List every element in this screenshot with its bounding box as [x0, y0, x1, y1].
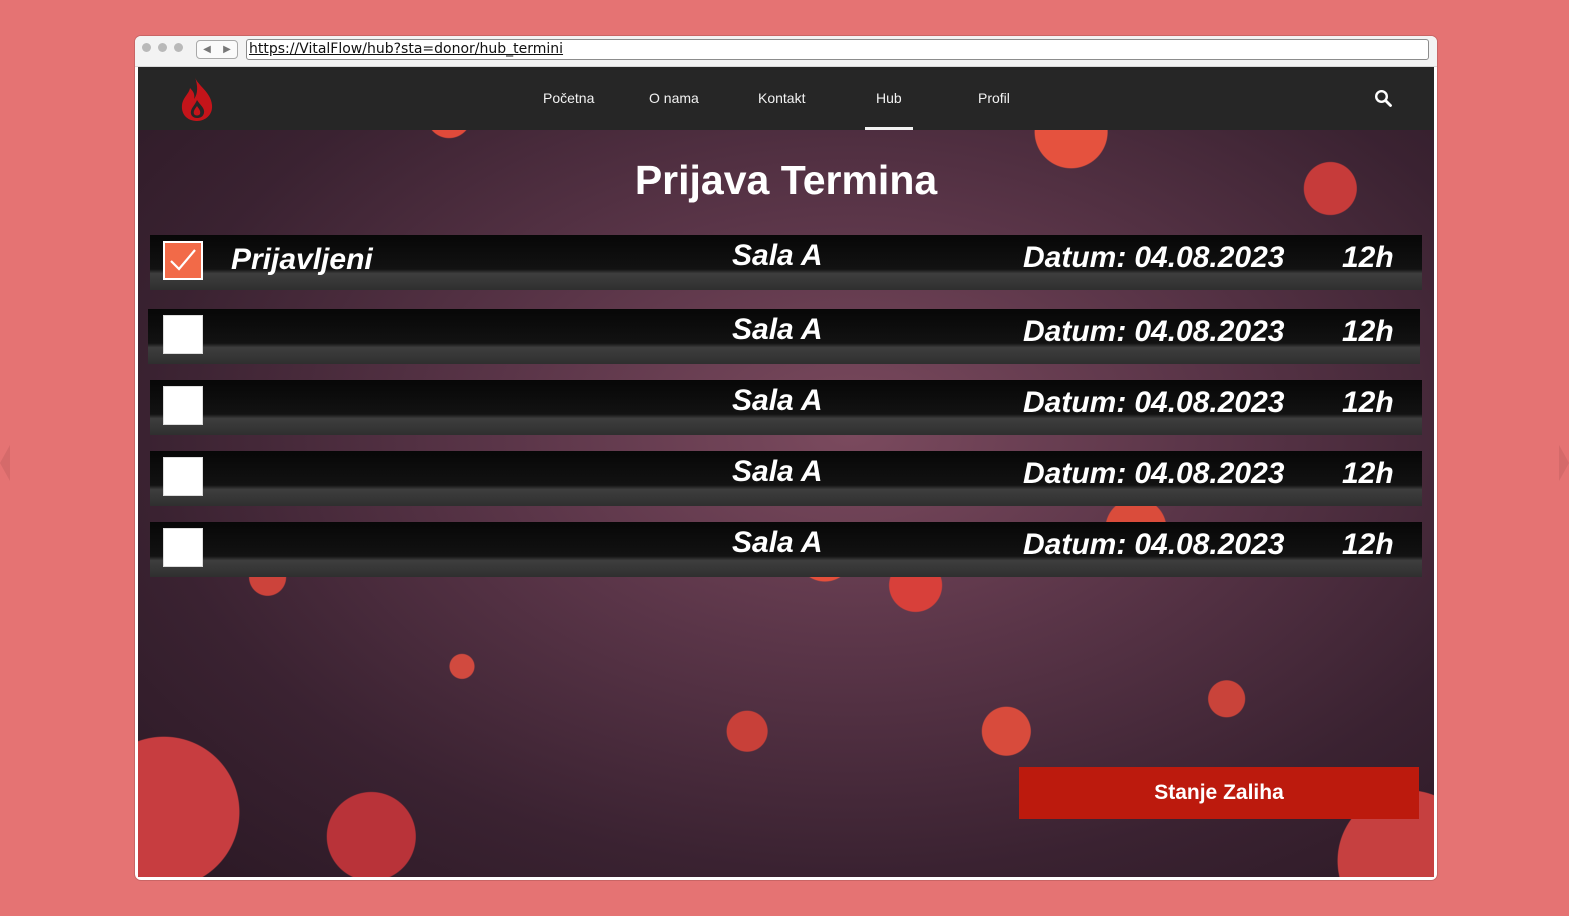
blood-drop-flame-icon[interactable] — [177, 76, 217, 122]
appointment-checkbox[interactable] — [163, 241, 203, 280]
top-navbar: Početna O nama Kontakt Hub Profil — [138, 67, 1434, 130]
time-label: 12h — [1342, 315, 1394, 348]
date-label: Datum: — [1023, 528, 1127, 561]
status-label: Prijavljeni — [231, 243, 373, 276]
time-label: 12h — [1342, 528, 1394, 561]
time-label: 12h — [1342, 457, 1394, 490]
hall-label: Sala A — [732, 384, 823, 417]
window-maximize-dot[interactable] — [174, 43, 183, 52]
url-text: https://VitalFlow/hub?sta=donor/hub_term… — [249, 41, 564, 57]
nav-item-o-nama[interactable]: O nama — [649, 67, 699, 130]
previous-slide-arrow-icon[interactable] — [0, 445, 10, 481]
date-label: Datum: — [1023, 241, 1127, 274]
appointment-row: Sala A Datum: 04.08.2023 12h — [150, 451, 1422, 506]
address-bar[interactable]: https://VitalFlow/hub?sta=donor/hub_term… — [246, 39, 1429, 60]
date-text: Datum: 04.08.2023 — [1023, 457, 1285, 491]
appointment-row: Prijavljeni Sala A Datum: 04.08.2023 12h — [150, 235, 1422, 290]
page-content: Početna O nama Kontakt Hub Profil Prijav… — [138, 67, 1434, 877]
date-label: Datum: — [1023, 386, 1127, 419]
nav-item-hub[interactable]: Hub — [865, 67, 913, 130]
date-value: 04.08.2023 — [1134, 386, 1285, 419]
nav-item-kontakt[interactable]: Kontakt — [758, 67, 805, 130]
nav-item-profil[interactable]: Profil — [978, 67, 1010, 130]
appointment-checkbox[interactable] — [163, 457, 203, 496]
appointment-row: Sala A Datum: 04.08.2023 12h — [150, 522, 1422, 577]
appointment-checkbox[interactable] — [163, 315, 203, 354]
stock-status-button[interactable]: Stanje Zaliha — [1019, 767, 1419, 819]
date-text: Datum: 04.08.2023 — [1023, 315, 1285, 349]
window-close-dot[interactable] — [142, 43, 151, 52]
appointment-row: Sala A Datum: 04.08.2023 12h — [148, 309, 1420, 364]
window-minimize-dot[interactable] — [158, 43, 167, 52]
date-value: 04.08.2023 — [1134, 457, 1285, 490]
back-arrow-icon[interactable]: ◀ — [199, 44, 215, 55]
nav-item-pocetna[interactable]: Početna — [543, 67, 594, 130]
browser-chrome: ◀ ▶ https://VitalFlow/hub?sta=donor/hub_… — [135, 36, 1437, 67]
time-label: 12h — [1342, 241, 1394, 274]
hall-label: Sala A — [732, 313, 823, 346]
appointment-checkbox[interactable] — [163, 386, 203, 425]
checkmark-icon — [170, 249, 196, 271]
date-text: Datum: 04.08.2023 — [1023, 241, 1285, 275]
date-text: Datum: 04.08.2023 — [1023, 386, 1285, 420]
search-icon[interactable] — [1374, 89, 1392, 107]
appointment-row: Sala A Datum: 04.08.2023 12h — [150, 380, 1422, 435]
date-text: Datum: 04.08.2023 — [1023, 528, 1285, 562]
hall-label: Sala A — [732, 526, 823, 559]
date-label: Datum: — [1023, 315, 1127, 348]
date-value: 04.08.2023 — [1134, 241, 1285, 274]
date-value: 04.08.2023 — [1134, 528, 1285, 561]
forward-arrow-icon[interactable]: ▶ — [219, 44, 235, 55]
next-slide-arrow-icon[interactable] — [1559, 445, 1569, 481]
appointment-checkbox[interactable] — [163, 528, 203, 567]
date-label: Datum: — [1023, 457, 1127, 490]
time-label: 12h — [1342, 386, 1394, 419]
hall-label: Sala A — [732, 455, 823, 488]
page-title: Prijava Termina — [634, 157, 938, 203]
browser-window: ◀ ▶ https://VitalFlow/hub?sta=donor/hub_… — [135, 36, 1437, 880]
browser-nav-buttons: ◀ ▶ — [196, 40, 238, 59]
date-value: 04.08.2023 — [1134, 315, 1285, 348]
hall-label: Sala A — [732, 239, 823, 272]
